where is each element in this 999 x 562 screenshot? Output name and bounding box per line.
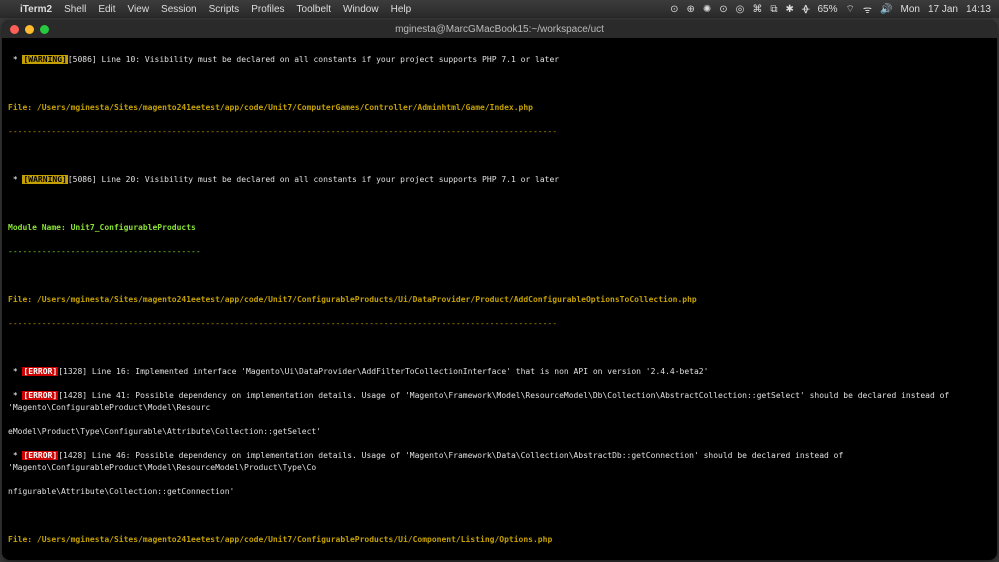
status-icon[interactable]: ⊙	[719, 4, 727, 15]
volume-icon[interactable]: 🔊	[880, 4, 892, 15]
status-icon[interactable]: ✺	[703, 4, 711, 15]
app-name[interactable]: iTerm2	[20, 4, 52, 15]
battery-pct[interactable]: 65%	[817, 4, 837, 15]
menu-edit[interactable]: Edit	[98, 4, 115, 15]
error-tag: [ERROR]	[22, 367, 58, 376]
macos-menubar: iTerm2 Shell Edit View Session Scripts P…	[0, 0, 999, 18]
warn-tag: [WARNING]	[22, 55, 67, 64]
terminal-window: mginesta@MarcGMacBook15:~/workspace/uct …	[2, 20, 997, 560]
window-title: mginesta@MarcGMacBook15:~/workspace/uct	[2, 24, 997, 35]
divider: ----------------------------------------…	[8, 318, 991, 330]
menu-session[interactable]: Session	[161, 4, 197, 15]
divider: ----------------------------------------	[8, 246, 991, 258]
file-header: File: /Users/mginesta/Sites/magento241ee…	[8, 534, 991, 546]
status-icon[interactable]: ✱	[786, 4, 794, 15]
divider: ----------------------------------------…	[8, 558, 991, 560]
window-titlebar[interactable]: mginesta@MarcGMacBook15:~/workspace/uct	[2, 20, 997, 38]
status-icon[interactable]: ᚖ	[802, 4, 810, 15]
clock-date[interactable]: 17 Jan	[928, 4, 958, 15]
log-line: [1428] Line 41: Possible dependency on i…	[8, 391, 954, 412]
menubar-right: ⊙ ⊕ ✺ ⊙ ◎ ⌘ ⧉ ✱ ᚖ 65% ⌔ ᯤ 🔊 Mon 17 Jan 1…	[670, 2, 991, 16]
menu-profiles[interactable]: Profiles	[251, 4, 284, 15]
menu-shell[interactable]: Shell	[64, 4, 86, 15]
menu-view[interactable]: View	[128, 4, 150, 15]
file-header: File: /Users/mginesta/Sites/magento241ee…	[8, 102, 991, 114]
menu-window[interactable]: Window	[343, 4, 379, 15]
clock-day[interactable]: Mon	[900, 4, 919, 15]
wifi-icon[interactable]: ᯤ	[863, 2, 872, 16]
error-tag: [ERROR]	[22, 391, 58, 400]
status-icon[interactable]: ◎	[736, 4, 745, 15]
bluetooth-icon[interactable]: ⌔	[845, 3, 854, 16]
status-icon[interactable]: ⧉	[770, 4, 777, 15]
module-header: Module Name: Unit7_ConfigurableProducts	[8, 222, 991, 234]
log-line-cont: nfigurable\Attribute\Collection::getConn…	[8, 486, 991, 498]
error-tag: [ERROR]	[22, 451, 58, 460]
menu-help[interactable]: Help	[391, 4, 412, 15]
log-line: [5086] Line 20: Visibility must be decla…	[68, 175, 559, 184]
menu-scripts[interactable]: Scripts	[209, 4, 240, 15]
clock-time[interactable]: 14:13	[966, 4, 991, 15]
log-line: [1328] Line 16: Implemented interface 'M…	[58, 367, 708, 376]
status-icon[interactable]: ⊕	[687, 4, 695, 15]
file-header: File: /Users/mginesta/Sites/magento241ee…	[8, 294, 991, 306]
menu-toolbelt[interactable]: Toolbelt	[297, 4, 331, 15]
warn-tag: [WARNING]	[22, 175, 67, 184]
log-line-cont: eModel\Product\Type\Configurable\Attribu…	[8, 426, 991, 438]
log-line: [1428] Line 46: Possible dependency on i…	[8, 451, 848, 472]
status-icon[interactable]: ⌘	[752, 4, 762, 15]
status-icon[interactable]: ⊙	[670, 4, 678, 15]
terminal-content[interactable]: * [WARNING][5086] Line 10: Visibility mu…	[2, 38, 997, 560]
divider: ----------------------------------------…	[8, 126, 991, 138]
log-line: [5086] Line 10: Visibility must be decla…	[68, 55, 559, 64]
